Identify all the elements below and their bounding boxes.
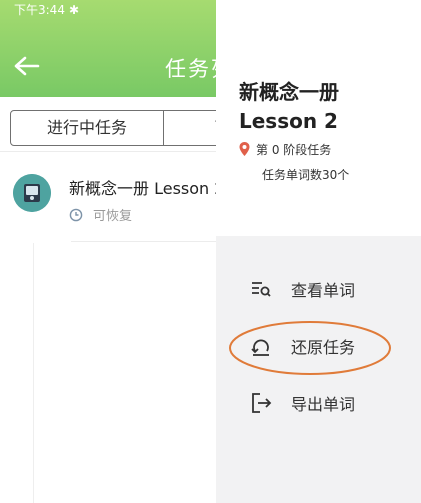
panel-subtitle: Lesson 2 bbox=[239, 109, 338, 133]
bluetooth-icon: ✱ bbox=[68, 3, 80, 17]
task-action-panel: 新概念一册 Lesson 2 第 0 阶段任务 任务单词数30个 查看单词 还原… bbox=[216, 0, 421, 503]
panel-stage-label: 第 0 阶段任务 bbox=[256, 143, 332, 157]
task-status-label: 可恢复 bbox=[93, 209, 133, 224]
panel-stage: 第 0 阶段任务 bbox=[239, 141, 331, 158]
restore-icon bbox=[251, 339, 269, 356]
tab-in-progress[interactable]: 进行中任务 bbox=[11, 111, 164, 145]
restore-task-label: 还原任务 bbox=[291, 338, 356, 357]
divider bbox=[33, 243, 34, 503]
divider bbox=[71, 241, 231, 242]
task-status: 可恢复 bbox=[69, 205, 132, 224]
list-search-icon bbox=[252, 282, 271, 297]
location-pin-icon bbox=[239, 142, 250, 156]
status-time: 下午3:44 bbox=[14, 3, 65, 17]
restore-task-button[interactable]: 还原任务 bbox=[249, 331, 355, 361]
view-words-button[interactable]: 查看单词 bbox=[249, 274, 355, 304]
panel-word-count: 任务单词数30个 bbox=[262, 168, 350, 182]
export-icon bbox=[252, 393, 272, 413]
panel-header: 新概念一册 Lesson 2 第 0 阶段任务 任务单词数30个 bbox=[216, 0, 421, 236]
task-avatar-icon bbox=[13, 174, 51, 212]
task-title: 新概念一册 Lesson 2 bbox=[69, 179, 225, 198]
export-words-label: 导出单词 bbox=[291, 395, 356, 414]
back-arrow-icon[interactable] bbox=[14, 56, 40, 76]
status-bar: 下午3:44 ✱ bbox=[14, 1, 79, 18]
clock-icon bbox=[69, 208, 83, 222]
divider bbox=[0, 151, 230, 152]
export-words-button[interactable]: 导出单词 bbox=[249, 388, 355, 418]
view-words-label: 查看单词 bbox=[291, 281, 356, 300]
panel-title: 新概念一册 bbox=[239, 80, 339, 104]
